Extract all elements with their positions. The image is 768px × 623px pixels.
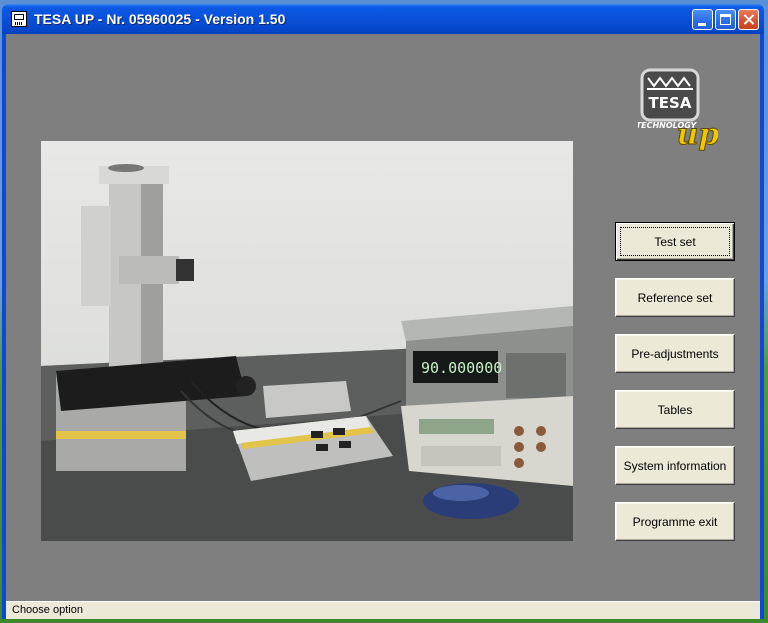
close-button[interactable] xyxy=(738,9,759,30)
maximize-button[interactable] xyxy=(715,9,736,30)
product-photo-illustration: 90.000000 xyxy=(41,164,573,541)
tesa-logo: TESA TECHNOLOGY up xyxy=(636,68,720,158)
title-bar[interactable]: TESA UP - Nr. 05960025 - Version 1.50 xyxy=(2,4,764,34)
product-photo: 90.000000 xyxy=(41,141,573,541)
programme-exit-button[interactable]: Programme exit xyxy=(615,502,735,541)
reference-set-label: Reference set xyxy=(637,290,713,305)
window-title: TESA UP - Nr. 05960025 - Version 1.50 xyxy=(34,11,286,27)
tables-button[interactable]: Tables xyxy=(615,390,735,429)
pre-adjustments-label: Pre-adjustments xyxy=(631,346,719,361)
programme-exit-label: Programme exit xyxy=(632,514,718,529)
status-text: Choose option xyxy=(12,604,83,616)
tables-label: Tables xyxy=(657,402,693,417)
system-information-label: System information xyxy=(623,458,727,473)
app-window: TESA UP - Nr. 05960025 - Version 1.50 90… xyxy=(2,4,764,619)
reference-set-button[interactable]: Reference set xyxy=(615,278,735,317)
logo-brand: TESA xyxy=(649,94,692,112)
test-set-button[interactable]: Test set xyxy=(615,222,735,261)
app-calculator-icon[interactable] xyxy=(11,11,27,27)
minimize-button[interactable] xyxy=(692,9,713,30)
logo-mark: up xyxy=(677,117,718,152)
test-set-label: Test set xyxy=(654,234,696,249)
pre-adjustments-button[interactable]: Pre-adjustments xyxy=(615,334,735,373)
main-client-area: 90.000000 TESA TECHNOLOGY up Test set Re… xyxy=(6,34,760,601)
tesa-logo-icon: TESA TECHNOLOGY up xyxy=(636,68,720,153)
display-readout: 90.000000 xyxy=(421,359,502,377)
status-bar: Choose option xyxy=(6,601,760,619)
system-information-button[interactable]: System information xyxy=(615,446,735,485)
